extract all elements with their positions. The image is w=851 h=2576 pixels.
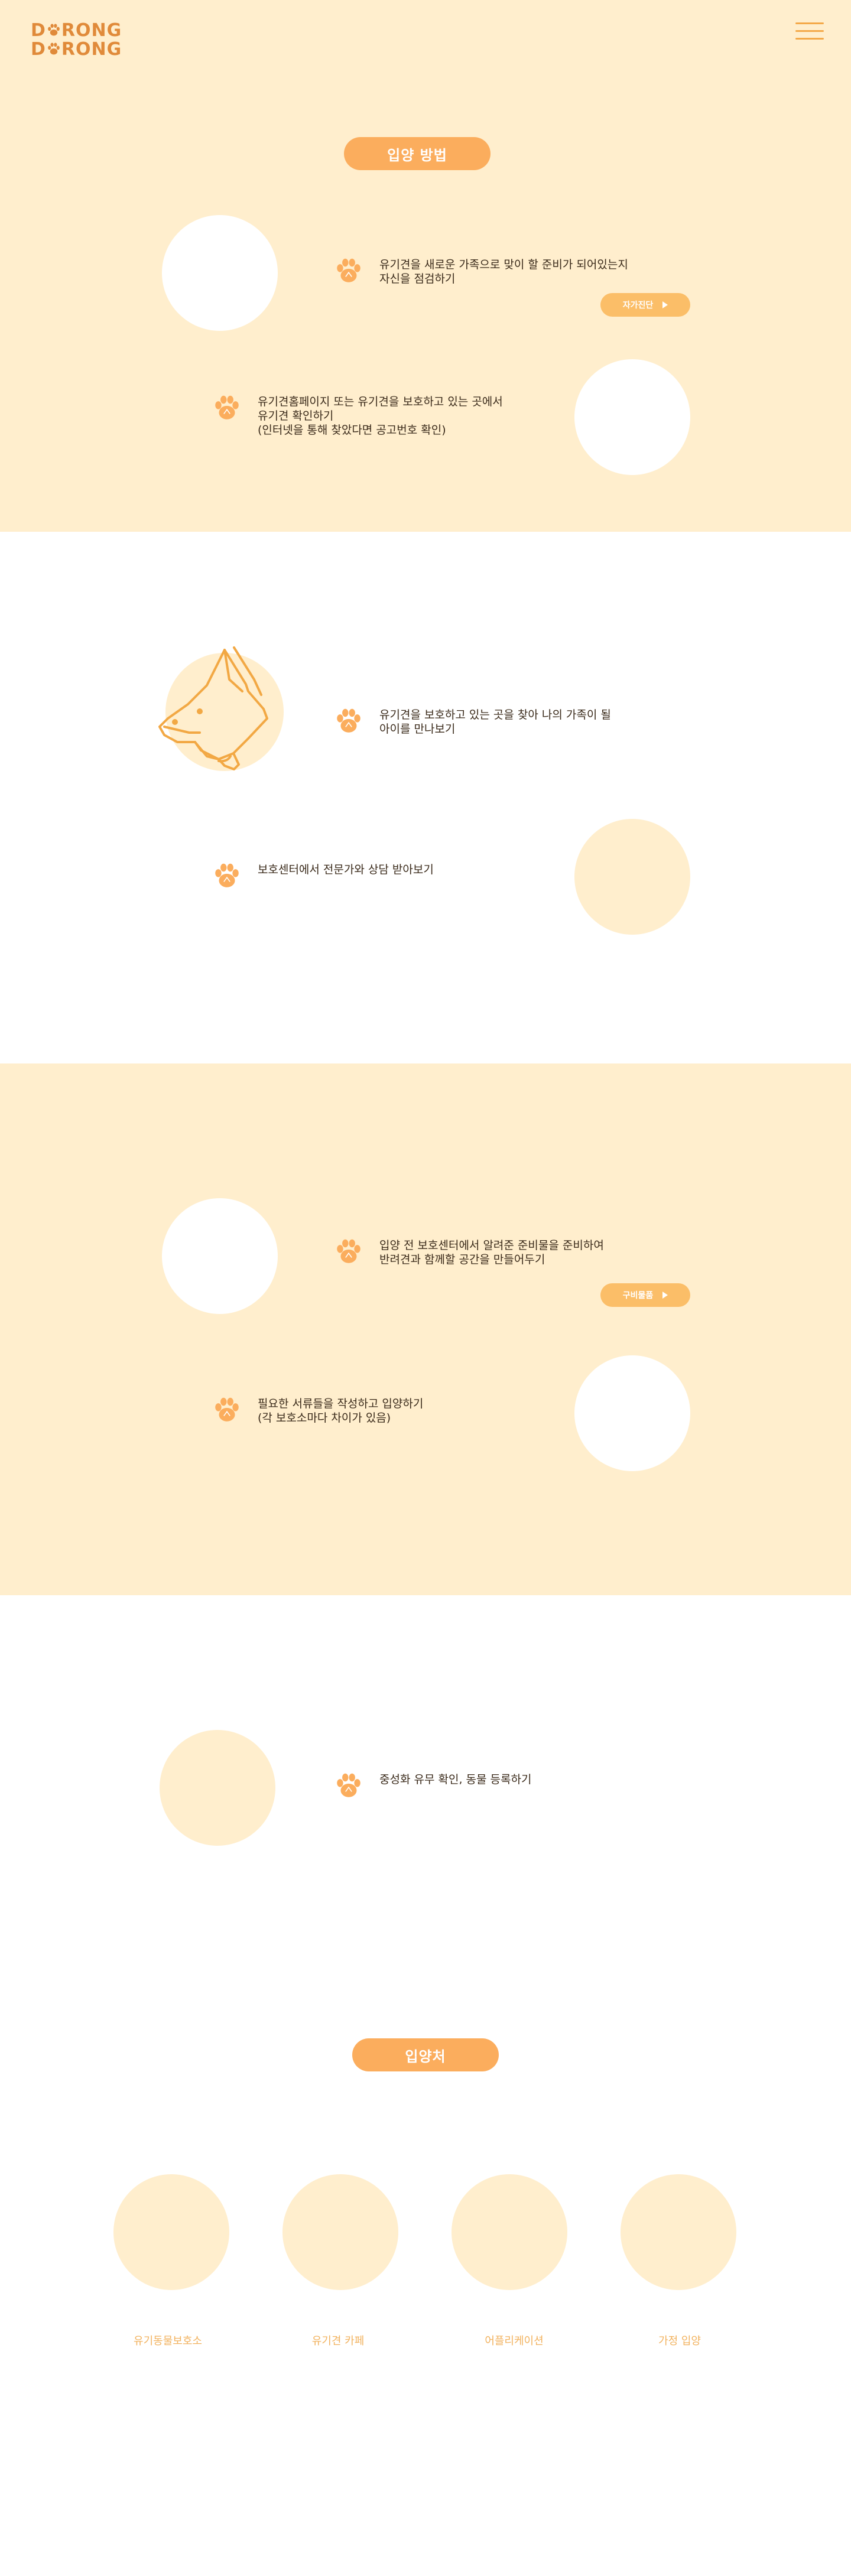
step-image-placeholder [162,215,278,331]
play-arrow-icon [662,1292,668,1299]
paw-icon [212,860,242,891]
step-4: 보호센터에서 전문가와 상담 받아보기 [212,860,434,891]
adoption-method-title: 입양 방법 [344,137,491,170]
step-text: 유기견홈페이지 또는 유기견을 보호하고 있는 곳에서 유기견 확인하기 (인터… [258,395,503,437]
step-2: 유기견홈페이지 또는 유기견을 보호하고 있는 곳에서 유기견 확인하기 (인터… [212,392,503,437]
step-6: 필요한 서류들을 작성하고 입양하기 (각 보호소마다 차이가 있음) [212,1394,423,1425]
supplies-label: 구비물품 [622,1291,654,1300]
place-label-home[interactable]: 가정 입양 [622,2333,738,2348]
paw-icon [212,392,242,423]
step-image-placeholder [574,819,690,935]
step-image-placeholder [162,1198,278,1314]
step-3: 유기견을 보호하고 있는 곳을 찾아 나의 가족이 될 아이를 만나보기 [333,705,611,736]
method-section-2: 유기견을 보호하고 있는 곳을 찾아 나의 가족이 될 아이를 만나보기 보호센… [0,532,851,1063]
paw-icon [212,1394,242,1425]
step-text: 유기견을 보호하고 있는 곳을 찾아 나의 가족이 될 아이를 만나보기 [379,708,611,736]
paw-icon [333,1770,364,1801]
adoption-places-title: 입양처 [352,2038,499,2071]
step-image-placeholder [574,359,690,475]
self-check-label: 자가진단 [622,301,654,310]
method-section-4: 중성화 유무 확인, 동물 등록하기 입양처 유기동물보호소 유기견 카페 어플… [0,1595,851,2576]
place-image-placeholder[interactable] [113,2174,229,2290]
step-text: 보호센터에서 전문가와 상담 받아보기 [258,863,434,876]
play-arrow-icon [662,301,668,308]
dog-illustration [158,646,284,771]
step-image-placeholder [160,1730,275,1846]
step-text: 중성화 유무 확인, 동물 등록하기 [379,1773,532,1786]
brand-logo[interactable]: D RONG D RONG [31,21,122,59]
logo-paw-icon [46,41,61,57]
place-image-placeholder[interactable] [282,2174,398,2290]
supplies-button[interactable]: 구비물품 [600,1283,690,1307]
self-check-button[interactable]: 자가진단 [600,293,690,317]
step-image-placeholder [574,1355,690,1471]
place-label-shelter[interactable]: 유기동물보호소 [110,2333,226,2348]
step-text: 입양 전 보호센터에서 알려준 준비물을 준비하여 반려견과 함께할 공간을 만… [379,1239,604,1266]
place-image-placeholder[interactable] [452,2174,567,2290]
method-section-1: D RONG D RONG 입양 방법 유기견을 새로운 가족으로 맞이 할 준비가… [0,0,851,532]
method-section-3: 입양 전 보호센터에서 알려준 준비물을 준비하여 반려견과 함께할 공간을 만… [0,1063,851,1595]
place-label-cafe[interactable]: 유기견 카페 [280,2333,396,2348]
hamburger-icon[interactable] [795,22,824,40]
paw-icon [333,1236,364,1267]
logo-paw-icon [46,22,61,38]
step-text: 유기견을 새로운 가족으로 맞이 할 준비가 되어있는지 자신을 점검하기 [379,258,628,285]
step-7: 중성화 유무 확인, 동물 등록하기 [333,1770,531,1801]
step-text: 필요한 서류들을 작성하고 입양하기 (각 보호소마다 차이가 있음) [258,1397,424,1424]
paw-icon [333,705,364,736]
step-5: 입양 전 보호센터에서 알려준 준비물을 준비하여 반려견과 함께할 공간을 만… [333,1236,604,1267]
paw-icon [333,255,364,286]
step-1: 유기견을 새로운 가족으로 맞이 할 준비가 되어있는지 자신을 점검하기 [333,255,628,286]
place-label-app[interactable]: 어플리케이션 [456,2333,572,2348]
place-image-placeholder[interactable] [621,2174,736,2290]
